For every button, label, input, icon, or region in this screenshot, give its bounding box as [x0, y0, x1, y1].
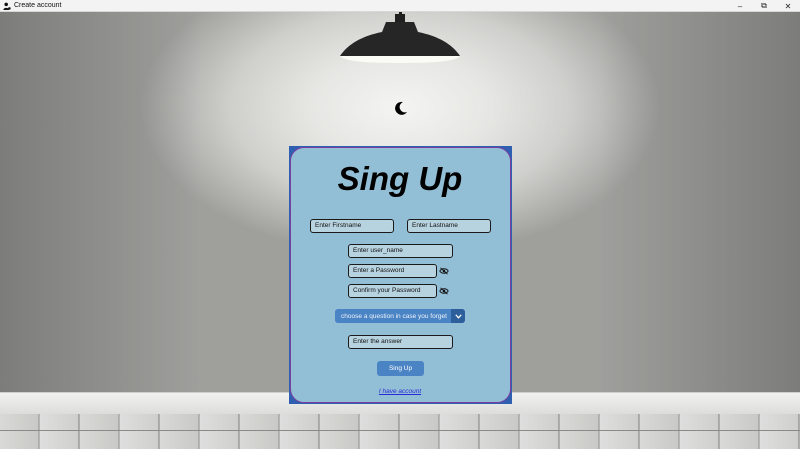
have-account-link[interactable]: I have account	[0, 388, 800, 395]
confirm-password-field[interactable]: Confirm your Password	[348, 284, 437, 298]
eye-slash-icon[interactable]	[439, 267, 449, 275]
security-question-dropdown[interactable]: choose a question in case you forget	[335, 309, 465, 323]
firstname-field[interactable]: Enter Firstname	[310, 219, 394, 233]
page-title: Sing Up	[337, 160, 463, 197]
restore-button[interactable]: ⧉	[752, 0, 776, 12]
window-title: Create account	[14, 2, 62, 9]
user-icon	[3, 2, 11, 10]
moon-icon[interactable]	[393, 100, 409, 116]
eye-slash-icon[interactable]	[439, 287, 449, 295]
wooden-floor	[0, 414, 800, 449]
close-button[interactable]: ✕	[776, 0, 800, 12]
security-question-label: choose a question in case you forget	[341, 312, 447, 320]
minimize-button[interactable]: –	[728, 0, 752, 12]
answer-field[interactable]: Enter the answer	[348, 335, 453, 349]
window-title-bar: Create account – ⧉ ✕	[0, 0, 800, 12]
chevron-down-icon[interactable]	[451, 309, 465, 323]
ceiling-lamp-icon	[340, 14, 460, 63]
password-field[interactable]: Enter a Password	[348, 264, 437, 278]
signup-button[interactable]: Sing Up	[377, 361, 424, 376]
username-field[interactable]: Enter user_name	[348, 244, 453, 258]
lastname-field[interactable]: Enter Lastname	[407, 219, 491, 233]
